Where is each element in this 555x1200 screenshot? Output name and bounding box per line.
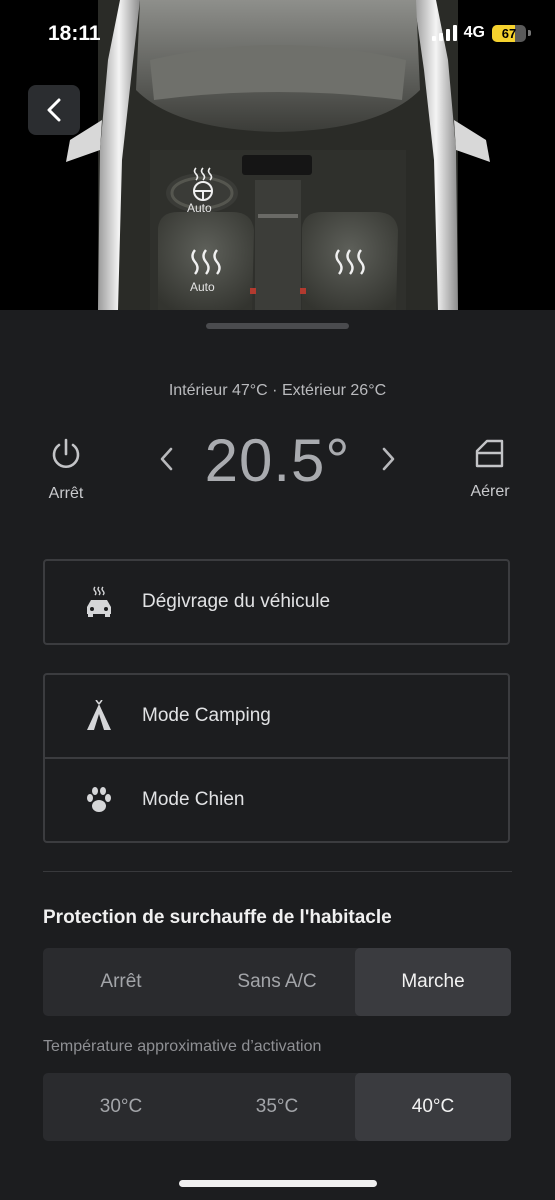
defrost-car-icon <box>81 584 117 620</box>
tent-icon <box>81 698 117 734</box>
activation-temp-35[interactable]: 35°C <box>199 1073 355 1141</box>
steering-wheel-heat-label: Auto <box>187 201 212 215</box>
home-indicator[interactable] <box>179 1180 377 1187</box>
left-seat-heat-icon[interactable] <box>189 248 223 276</box>
activation-temp-30[interactable]: 30°C <box>43 1073 199 1141</box>
overheat-option-off[interactable]: Arrêt <box>43 948 199 1016</box>
vent-label: Aérer <box>470 483 510 500</box>
sheet-grabber[interactable] <box>206 323 349 329</box>
status-bar: 18:11 4G 67 <box>0 0 555 60</box>
section-divider <box>43 871 512 872</box>
overheat-mode-selector: Arrêt Sans A/C Marche <box>43 948 511 1016</box>
steering-wheel-heat-icon[interactable] <box>190 166 216 202</box>
defrost-row[interactable]: Dégivrage du véhicule <box>45 561 508 643</box>
chevron-left-icon <box>47 98 61 122</box>
overheat-option-no-ac[interactable]: Sans A/C <box>199 948 355 1016</box>
dog-mode-row[interactable]: Mode Chien <box>45 757 508 841</box>
camping-mode-row[interactable]: Mode Camping <box>45 675 508 757</box>
activation-temp-label: Température approximative d’activation <box>43 1038 322 1055</box>
defrost-card: Dégivrage du véhicule <box>43 559 510 645</box>
activation-temp-selector: 30°C 35°C 40°C <box>43 1073 511 1141</box>
window-vent-icon <box>475 439 504 468</box>
back-button[interactable] <box>28 85 80 135</box>
modes-card: Mode Camping Mode Chien <box>43 673 510 843</box>
paw-icon <box>81 782 117 818</box>
cellular-signal-icon <box>431 25 457 41</box>
right-seat-heat-icon[interactable] <box>333 248 367 276</box>
vent-windows-button[interactable]: Aérer <box>462 437 518 501</box>
activation-temp-40[interactable]: 40°C <box>355 1073 511 1141</box>
overheat-option-on[interactable]: Marche <box>355 948 511 1016</box>
network-type: 4G <box>463 24 485 41</box>
dog-mode-label: Mode Chien <box>142 789 245 810</box>
battery-icon: 67 <box>492 24 526 42</box>
camping-mode-label: Mode Camping <box>142 705 271 726</box>
battery-level: 67 <box>501 25 517 41</box>
inside-outside-temperature: Intérieur 47°C · Extérieur 26°C <box>168 382 387 399</box>
overheat-protection-title: Protection de surchauffe de l'habitacle <box>43 907 392 928</box>
increase-temp-button[interactable] <box>381 446 397 472</box>
defrost-label: Dégivrage du véhicule <box>142 591 331 612</box>
left-seat-heat-label: Auto <box>190 280 215 294</box>
clock: 18:11 <box>48 22 101 45</box>
